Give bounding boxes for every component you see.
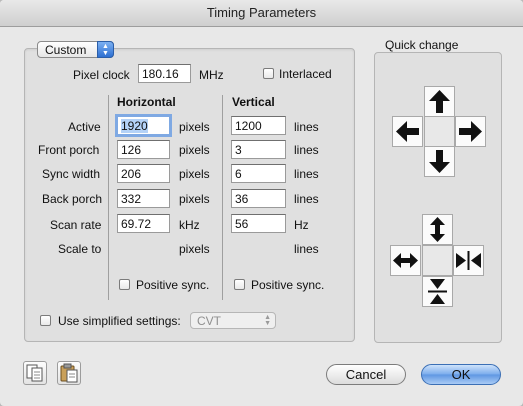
- resize-vertical-expand-button[interactable]: [422, 214, 453, 245]
- pixel-clock-unit: MHz: [199, 68, 224, 82]
- arrow-up-icon: [429, 90, 450, 113]
- popup-arrows-icon: ▲ ▼: [97, 41, 114, 58]
- resize-horizontal-expand-button[interactable]: [390, 245, 421, 276]
- vertical-back-porch-unit: lines: [294, 192, 319, 206]
- active-label: Active: [68, 120, 101, 134]
- resize-vertical-shrink-button[interactable]: [422, 276, 453, 307]
- preset-popup[interactable]: Custom ▲ ▼: [37, 41, 114, 58]
- arrows-horizontal-shrink-icon: [456, 251, 481, 270]
- move-right-button[interactable]: [455, 116, 486, 147]
- horizontal-positive-sync-checkbox[interactable]: [119, 279, 130, 290]
- horizontal-positive-sync-label: Positive sync.: [136, 278, 210, 292]
- back-porch-label: Back porch: [42, 192, 103, 206]
- cancel-button[interactable]: Cancel: [326, 364, 406, 385]
- resize-center-cell: [422, 245, 453, 276]
- arrows-vertical-expand-icon: [430, 217, 445, 242]
- vertical-scale-to-unit: lines: [294, 242, 319, 256]
- vertical-positive-sync-label: Positive sync.: [251, 278, 325, 292]
- arrows-vertical-shrink-icon: [428, 279, 447, 304]
- move-up-button[interactable]: [424, 86, 455, 117]
- paste-button[interactable]: [57, 361, 81, 385]
- interlaced-label: Interlaced: [279, 67, 332, 81]
- copy-icon: [26, 364, 43, 382]
- vertical-front-porch-field[interactable]: 3: [231, 140, 286, 159]
- vertical-heading: Vertical: [232, 95, 275, 109]
- arrow-down-icon: [429, 150, 450, 173]
- horizontal-active-unit: pixels: [179, 120, 210, 134]
- paste-icon: [60, 363, 78, 383]
- horizontal-sync-width-unit: pixels: [179, 167, 210, 181]
- sync-width-label: Sync width: [42, 167, 101, 181]
- vertical-active-unit: lines: [294, 120, 319, 134]
- simplified-settings-checkbox[interactable]: [40, 315, 51, 326]
- simplified-settings-select[interactable]: CVT ▲ ▼: [190, 312, 276, 329]
- arrow-left-icon: [396, 121, 419, 142]
- horizontal-scan-rate-field[interactable]: 69.72: [117, 214, 170, 233]
- arrows-horizontal-expand-icon: [393, 253, 418, 268]
- timing-parameters-window: Timing Parameters Custom ▲ ▼ Pixel clock …: [0, 0, 523, 406]
- vertical-front-porch-unit: lines: [294, 143, 319, 157]
- horizontal-divider: [108, 95, 109, 300]
- horizontal-active-field[interactable]: 1920: [115, 114, 172, 137]
- interlaced-checkbox[interactable]: [263, 68, 274, 79]
- copy-button[interactable]: [23, 361, 47, 385]
- horizontal-scale-to-unit: pixels: [179, 242, 210, 256]
- vertical-sync-width-field[interactable]: 6: [231, 164, 286, 183]
- vertical-divider: [222, 95, 223, 300]
- vertical-active-field[interactable]: 1200: [231, 116, 286, 135]
- horizontal-front-porch-field[interactable]: 126: [117, 140, 170, 159]
- horizontal-heading: Horizontal: [117, 95, 176, 109]
- vertical-back-porch-field[interactable]: 36: [231, 189, 286, 208]
- vertical-sync-width-unit: lines: [294, 167, 319, 181]
- pixel-clock-label: Pixel clock: [73, 68, 130, 82]
- window-title: Timing Parameters: [0, 0, 523, 27]
- pixel-clock-field[interactable]: 180.16: [138, 64, 191, 83]
- scan-rate-label: Scan rate: [50, 218, 102, 232]
- select-arrows-icon: ▲ ▼: [264, 314, 271, 327]
- simplified-settings-value: CVT: [197, 314, 221, 328]
- horizontal-sync-width-field[interactable]: 206: [117, 164, 170, 183]
- horizontal-back-porch-unit: pixels: [179, 192, 210, 206]
- move-center-cell: [424, 116, 455, 147]
- move-down-button[interactable]: [424, 146, 455, 177]
- move-left-button[interactable]: [392, 116, 423, 147]
- horizontal-scan-rate-unit: kHz: [179, 218, 200, 232]
- ok-button[interactable]: OK: [421, 364, 501, 385]
- horizontal-front-porch-unit: pixels: [179, 143, 210, 157]
- vertical-positive-sync-checkbox[interactable]: [234, 279, 245, 290]
- horizontal-back-porch-field[interactable]: 332: [117, 189, 170, 208]
- simplified-settings-label: Use simplified settings:: [58, 314, 181, 328]
- vertical-scan-rate-unit: Hz: [294, 218, 309, 232]
- preset-value: Custom: [45, 43, 87, 57]
- scale-to-label: Scale to: [58, 242, 102, 256]
- vertical-scan-rate-field[interactable]: 56: [231, 214, 286, 233]
- resize-horizontal-shrink-button[interactable]: [453, 245, 484, 276]
- arrow-right-icon: [459, 121, 482, 142]
- front-porch-label: Front porch: [38, 143, 100, 157]
- quick-change-title: Quick change: [385, 38, 459, 52]
